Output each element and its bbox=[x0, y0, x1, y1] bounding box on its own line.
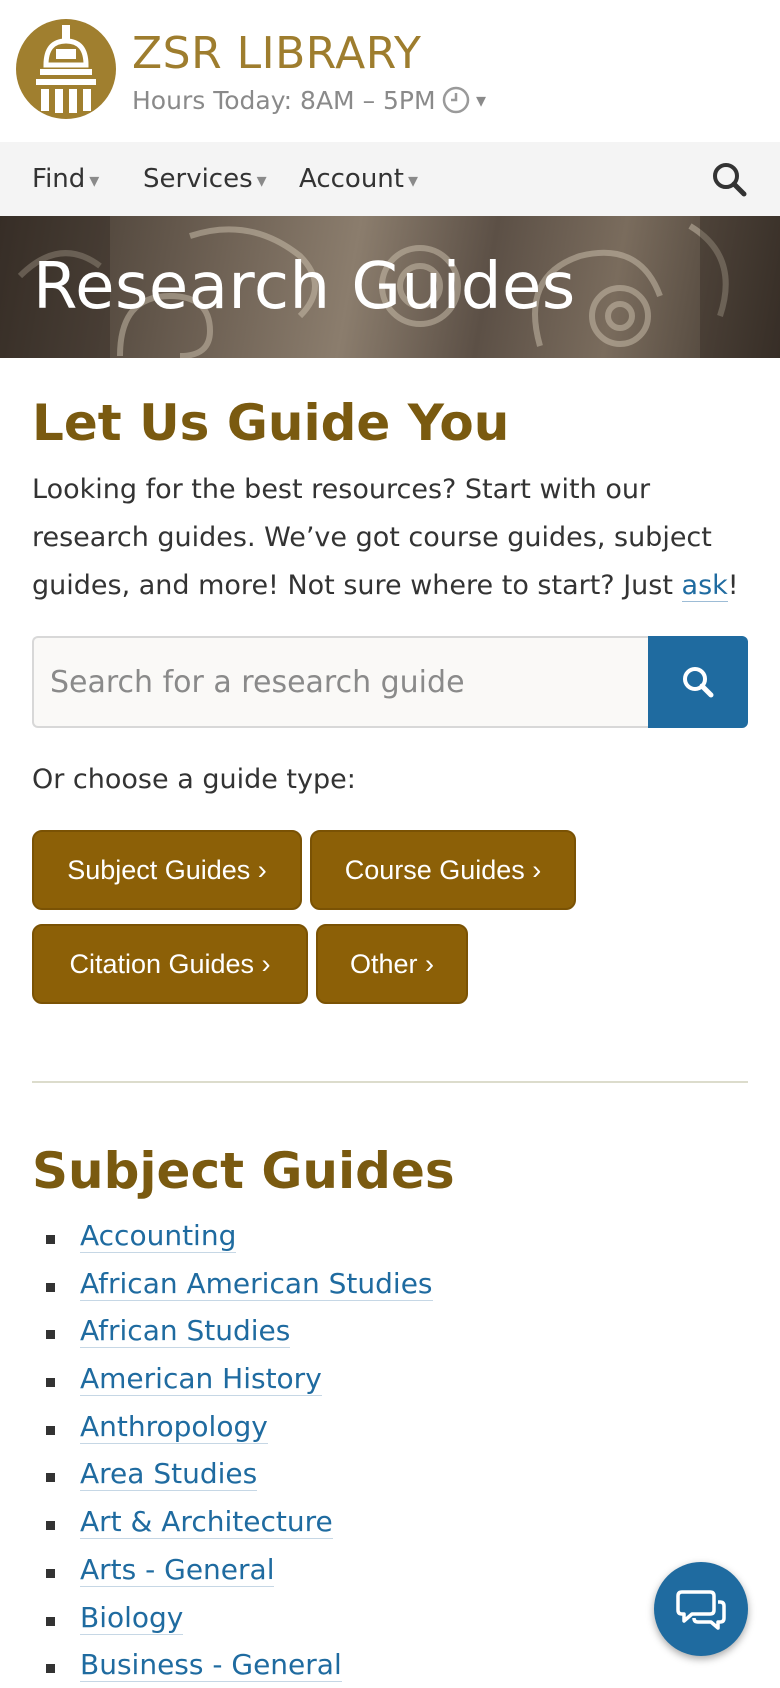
subject-guide-link[interactable]: Business - General bbox=[80, 1648, 342, 1683]
brand-title[interactable]: ZSR LIBRARY bbox=[132, 26, 421, 82]
nav-item-services[interactable]: Services ▾ bbox=[143, 162, 267, 196]
nav-item-label: Services bbox=[143, 164, 253, 194]
list-item: American History bbox=[32, 1359, 433, 1407]
guide-search-input[interactable] bbox=[32, 636, 648, 728]
search-icon[interactable] bbox=[710, 160, 748, 198]
subject-guide-link[interactable]: African American Studies bbox=[80, 1266, 433, 1301]
chevron-down-icon: ▾ bbox=[256, 168, 267, 192]
list-item: Art & Architecture bbox=[32, 1502, 433, 1550]
list-item: Business - General bbox=[32, 1645, 433, 1688]
intro-body: Looking for the best resources? Start wi… bbox=[32, 474, 712, 601]
other-guides-button[interactable]: Other › bbox=[316, 924, 468, 1004]
subject-guide-link[interactable]: Arts - General bbox=[80, 1552, 275, 1587]
subject-guide-link[interactable]: Anthropology bbox=[80, 1409, 268, 1444]
nav-item-account[interactable]: Account ▾ bbox=[299, 162, 418, 196]
zsr-library-logo[interactable] bbox=[16, 19, 116, 119]
section-heading-subject-guides: Subject Guides bbox=[32, 1142, 455, 1200]
hours-toggle[interactable]: ▾ bbox=[442, 85, 486, 115]
list-item: Biology bbox=[32, 1598, 433, 1646]
list-item: Accounting bbox=[32, 1216, 433, 1264]
main-nav: Find ▾ Services ▾ Account ▾ bbox=[0, 142, 780, 216]
subject-guides-list: Accounting African American Studies Afri… bbox=[32, 1216, 433, 1688]
subject-guide-link[interactable]: Accounting bbox=[80, 1219, 237, 1253]
guide-type-label: Or choose a guide type: bbox=[32, 764, 356, 795]
subject-guide-link[interactable]: Art & Architecture bbox=[80, 1505, 333, 1540]
list-item: Anthropology bbox=[32, 1407, 433, 1455]
ask-link[interactable]: ask bbox=[681, 570, 728, 602]
section-divider bbox=[32, 1081, 748, 1083]
course-guides-button[interactable]: Course Guides › bbox=[310, 830, 576, 910]
citation-guides-button[interactable]: Citation Guides › bbox=[32, 924, 308, 1004]
subject-guides-button[interactable]: Subject Guides › bbox=[32, 830, 302, 910]
chevron-down-icon: ▾ bbox=[89, 168, 100, 192]
hours-today: Hours Today: 8AM – 5PM bbox=[132, 86, 436, 115]
subject-guide-link[interactable]: American History bbox=[80, 1362, 322, 1397]
intro-text: Looking for the best resources? Start wi… bbox=[32, 466, 752, 610]
nav-item-find[interactable]: Find ▾ bbox=[32, 162, 99, 196]
clock-icon bbox=[442, 86, 470, 114]
chat-button[interactable] bbox=[654, 1562, 748, 1656]
intro-suffix: ! bbox=[727, 570, 739, 601]
chat-icon bbox=[676, 1590, 726, 1630]
section-heading-guide: Let Us Guide You bbox=[32, 394, 510, 452]
subject-guide-link[interactable]: Biology bbox=[80, 1600, 184, 1635]
page-title: Research Guides bbox=[33, 250, 576, 324]
list-item: Area Studies bbox=[32, 1454, 433, 1502]
guide-search-form bbox=[32, 636, 748, 728]
nav-item-label: Find bbox=[32, 164, 86, 194]
search-icon bbox=[683, 667, 714, 698]
site-header: ZSR LIBRARY Hours Today: 8AM – 5PM ▾ bbox=[0, 0, 780, 142]
nav-item-label: Account bbox=[299, 164, 404, 194]
page-banner: Research Guides bbox=[0, 216, 780, 358]
list-item: African American Studies bbox=[32, 1264, 433, 1312]
list-item: Arts - General bbox=[32, 1550, 433, 1598]
chevron-down-icon: ▾ bbox=[407, 168, 419, 192]
guide-search-button[interactable] bbox=[648, 636, 748, 728]
chevron-down-icon: ▾ bbox=[476, 88, 487, 112]
subject-guide-link[interactable]: Area Studies bbox=[80, 1457, 258, 1492]
subject-guide-link[interactable]: African Studies bbox=[80, 1314, 291, 1349]
list-item: African Studies bbox=[32, 1311, 433, 1359]
